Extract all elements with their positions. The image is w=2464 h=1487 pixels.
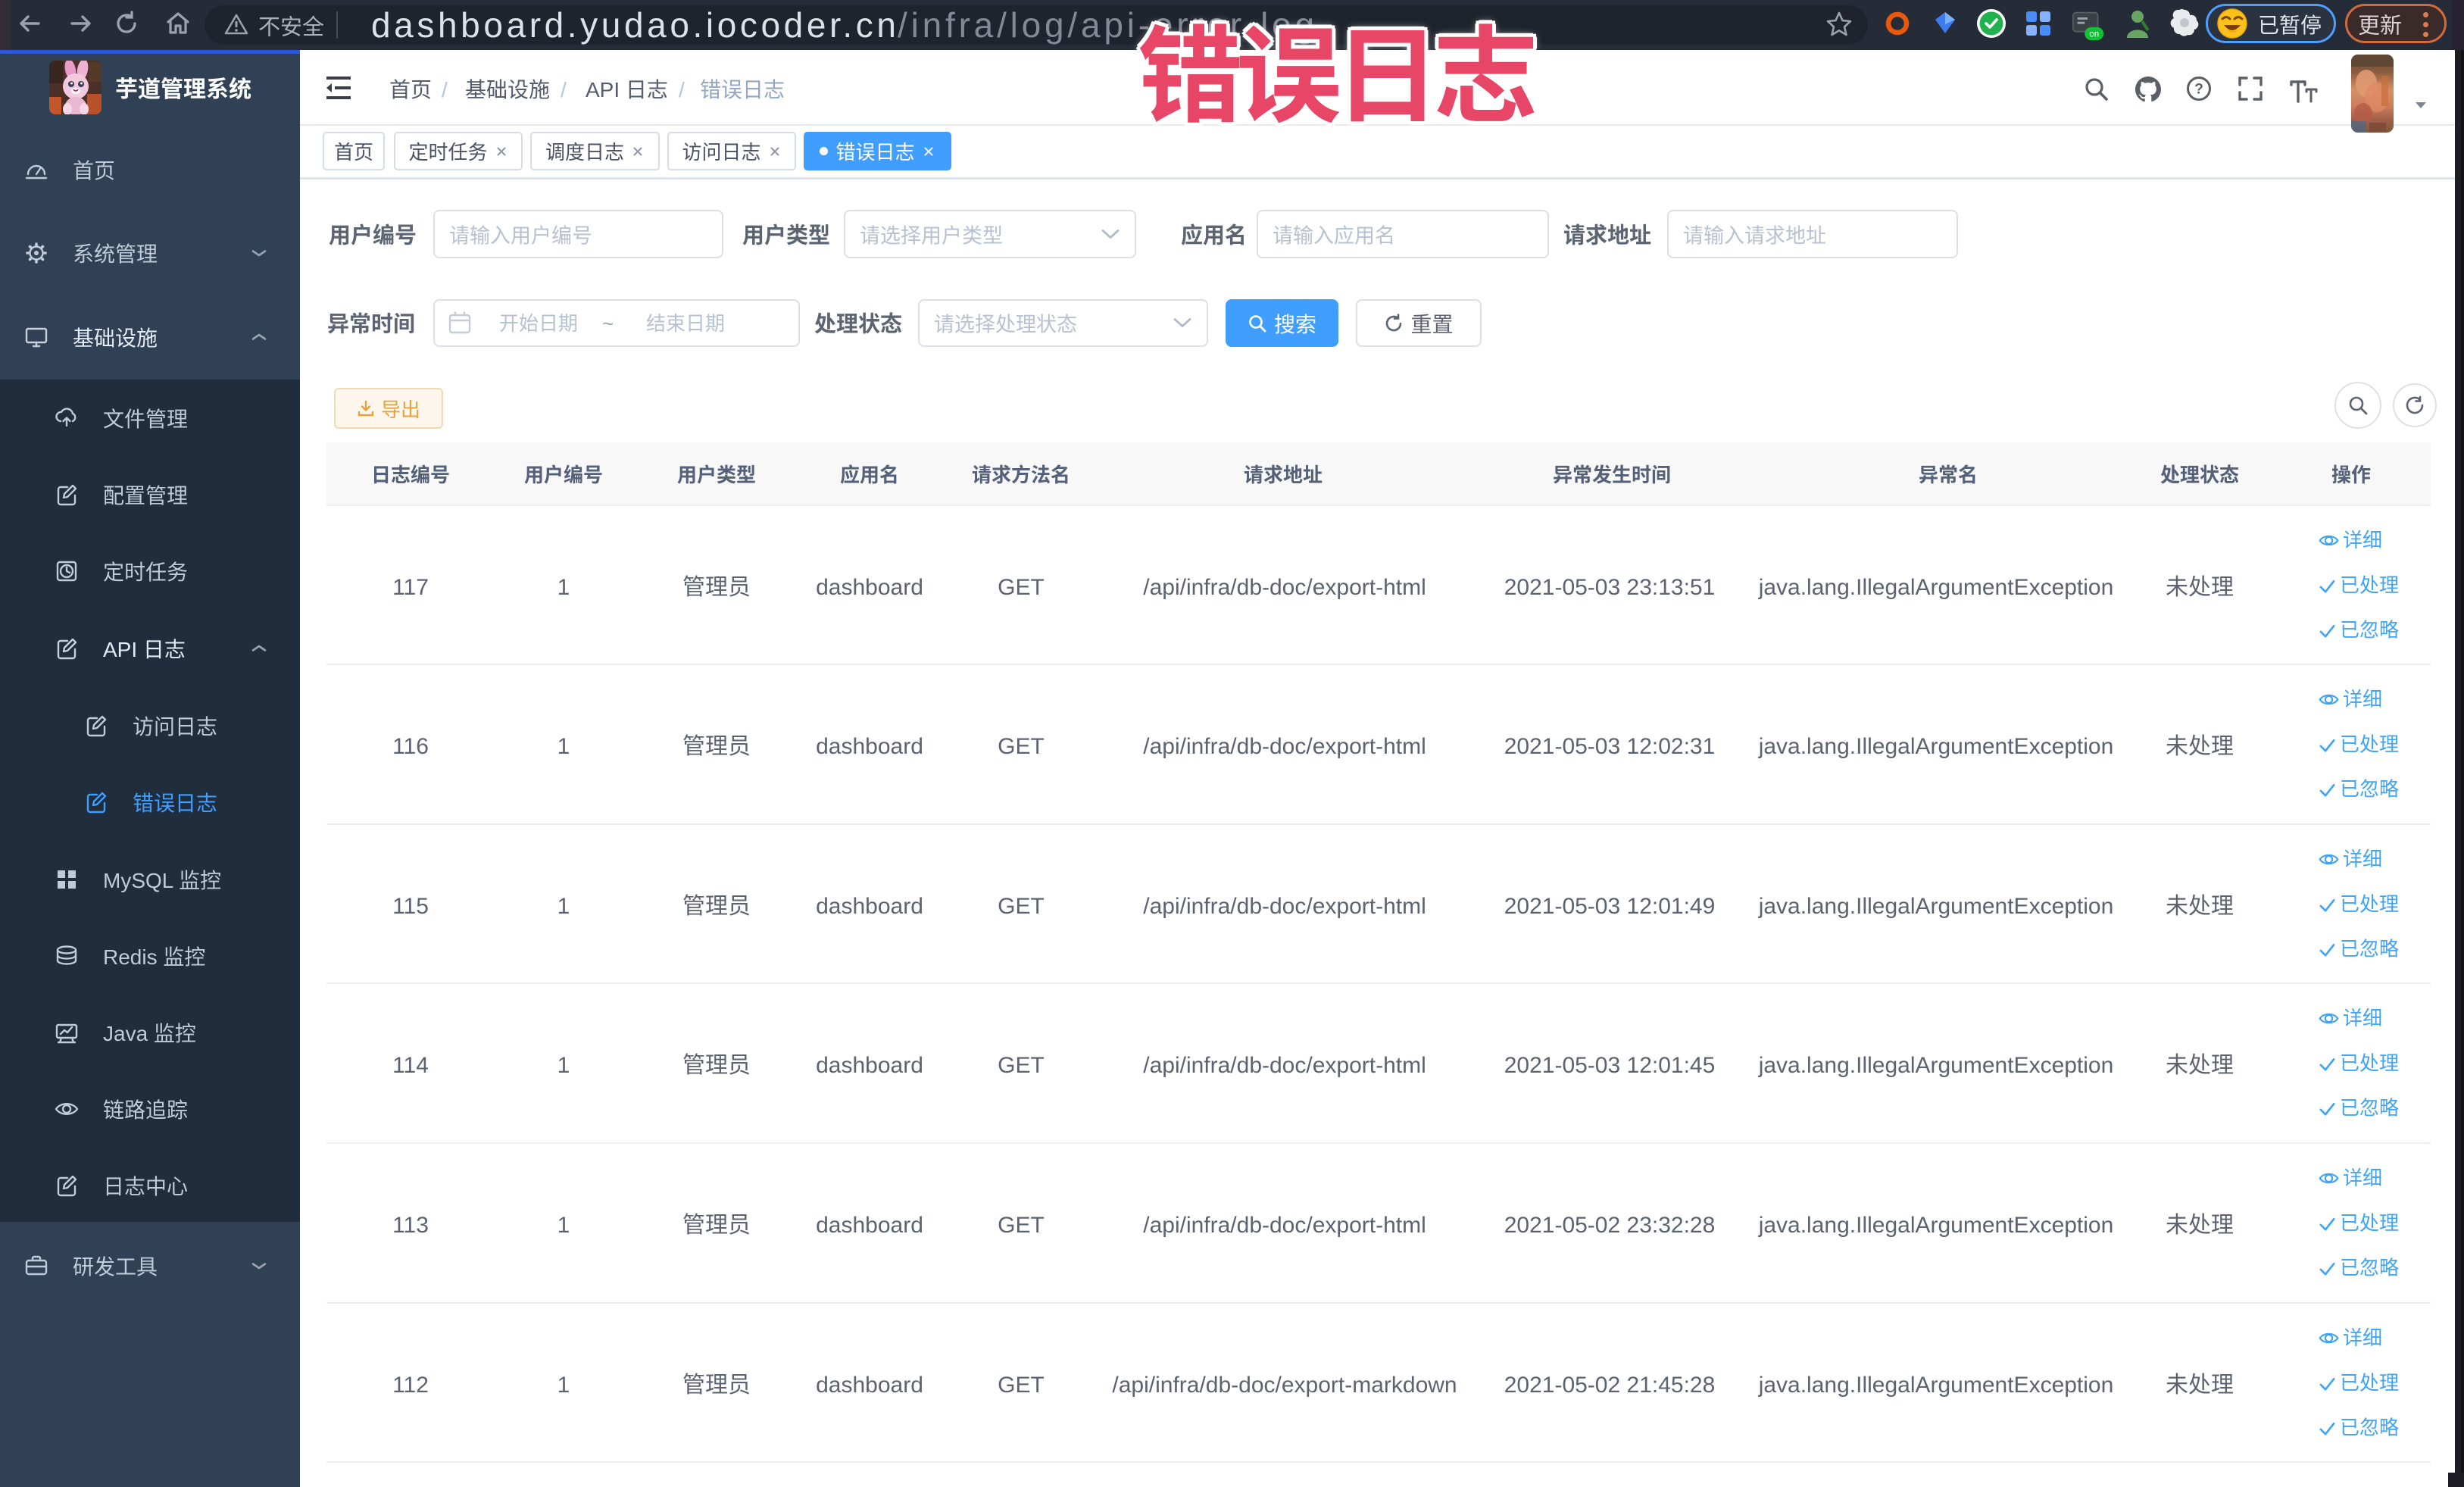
- svg-text:?: ?: [2194, 82, 2203, 98]
- svg-text:on: on: [2089, 30, 2099, 39]
